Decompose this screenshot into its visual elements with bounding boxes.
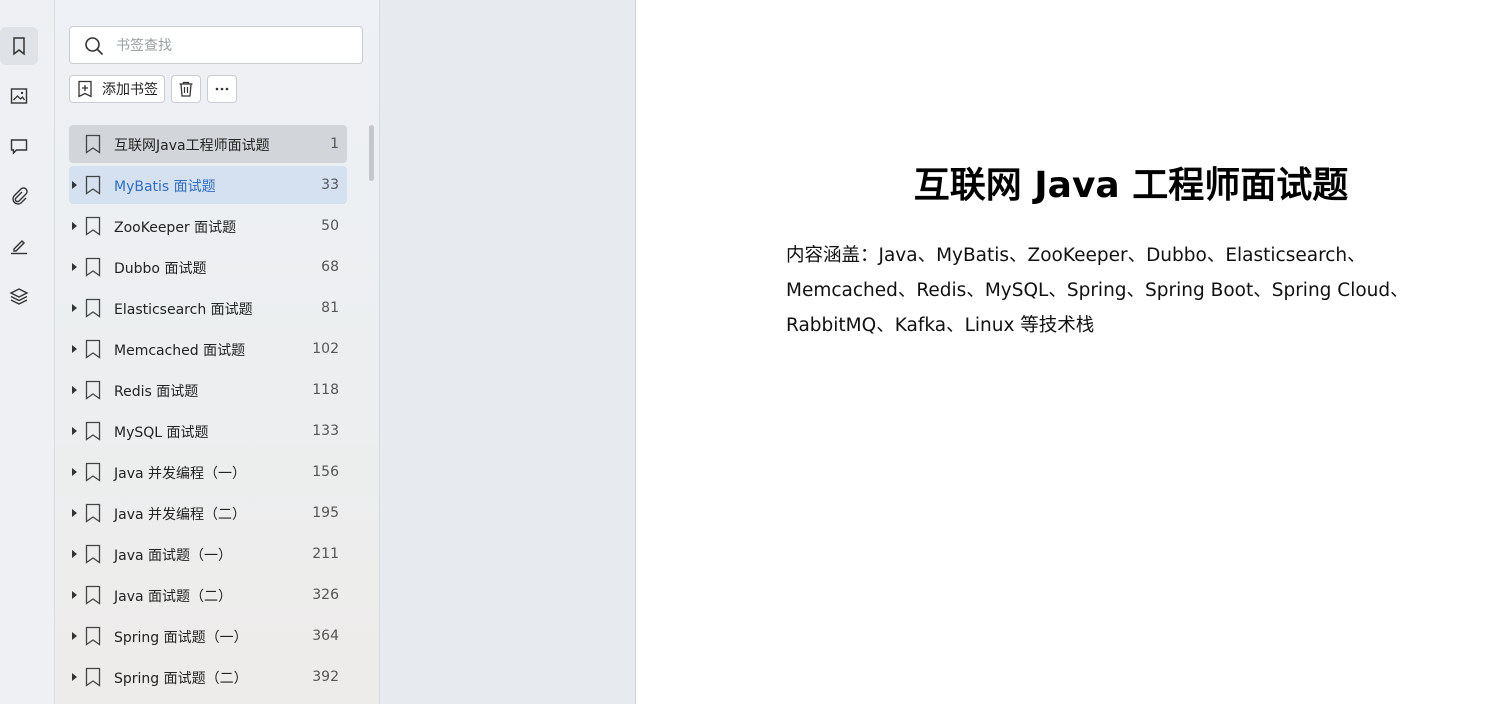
- expand-arrow-icon[interactable]: [72, 550, 77, 558]
- bookmark-icon: [85, 134, 101, 154]
- bookmark-label: ZooKeeper 面试题: [114, 220, 237, 236]
- bookmark-label: Java 面试题（二）: [114, 589, 233, 605]
- bookmark-icon: [85, 216, 101, 236]
- bookmark-page-number: 133: [312, 423, 339, 439]
- bookmark-item[interactable]: MySQL 面试题 133: [69, 412, 347, 450]
- signature-icon: [11, 240, 27, 255]
- bookmark-label: Elasticsearch 面试题: [114, 302, 253, 318]
- bookmark-page-number: 68: [321, 259, 339, 275]
- bookmark-item[interactable]: Java 面试题（一） 211: [69, 535, 347, 573]
- bookmark-icon: [85, 667, 101, 687]
- expand-arrow-icon[interactable]: [72, 468, 77, 476]
- more-options-button[interactable]: [207, 75, 237, 103]
- attachment-icon: [12, 187, 28, 205]
- document-body: 内容涵盖：Java、MyBatis、ZooKeeper、Dubbo、Elasti…: [786, 245, 1409, 336]
- search-icon: [85, 37, 104, 56]
- bookmark-search-box: [69, 26, 363, 64]
- bookmark-page-number: 81: [321, 300, 339, 316]
- bookmark-item[interactable]: Java 并发编程（一） 156: [69, 453, 347, 491]
- bookmark-icon: [85, 462, 101, 482]
- expand-arrow-icon[interactable]: [72, 263, 77, 271]
- comment-icon: [10, 139, 28, 155]
- bookmark-icon: [85, 544, 101, 564]
- delete-bookmark-button[interactable]: [171, 75, 201, 103]
- bookmark-icon: [85, 339, 101, 359]
- bookmark-item[interactable]: MyBatis 面试题 33: [69, 166, 347, 204]
- bookmark-label: Memcached 面试题: [114, 343, 246, 359]
- bookmark-label: Spring 面试题（二）: [114, 671, 248, 687]
- bookmark-page-number: 195: [312, 505, 339, 521]
- comment-tab[interactable]: [0, 127, 38, 165]
- add-bookmark-icon: [78, 80, 92, 98]
- bookmark-icon: [85, 298, 101, 318]
- document-page: 互联网 Java 工程师面试题 内容涵盖：Java、MyBatis、ZooKee…: [636, 0, 1502, 704]
- expand-arrow-icon[interactable]: [72, 427, 77, 435]
- bookmark-panel: 添加书签 互联网Java工程师面试题 1 MyBatis 面试题 33 ZooKeepe…: [55, 0, 380, 704]
- document-title: 互联网 Java 工程师面试题: [913, 165, 1349, 206]
- bookmark-label: Spring 面试题（一）: [114, 630, 248, 646]
- expand-arrow-icon[interactable]: [72, 509, 77, 517]
- expand-arrow-icon[interactable]: [72, 345, 77, 353]
- bookmark-page-number: 33: [321, 177, 339, 193]
- bookmark-item[interactable]: Java 面试题（二） 326: [69, 576, 347, 614]
- bookmark-label: Dubbo 面试题: [114, 261, 207, 277]
- bookmark-label: Redis 面试题: [114, 384, 199, 400]
- bookmark-search-input[interactable]: [114, 35, 348, 57]
- bookmark-item[interactable]: Memcached 面试题 102: [69, 330, 347, 368]
- bookmark-label: MyBatis 面试题: [114, 179, 216, 195]
- bookmark-label: Java 并发编程（二）: [114, 507, 247, 523]
- sidebar-rail: [0, 0, 55, 704]
- bookmark-item[interactable]: Spring 面试题（一） 364: [69, 617, 347, 655]
- bookmark-page-number: 211: [312, 546, 339, 562]
- bookmark-page-number: 118: [312, 382, 339, 398]
- bookmark-item[interactable]: Elasticsearch 面试题 81: [69, 289, 347, 327]
- thumbnail-icon: [10, 88, 28, 104]
- attachment-tab[interactable]: [0, 177, 38, 215]
- layers-tab[interactable]: [0, 277, 38, 315]
- bookmark-label: Java 面试题（一）: [114, 548, 233, 564]
- trash-icon: [179, 81, 193, 97]
- panel-gutter: [380, 0, 636, 704]
- signature-tab[interactable]: [0, 227, 38, 265]
- bookmark-icon: [85, 626, 101, 646]
- bookmark-page-number: 392: [312, 669, 339, 685]
- bookmark-label: MySQL 面试题: [114, 425, 209, 441]
- expand-arrow-icon[interactable]: [72, 181, 77, 189]
- bookmark-icon: [13, 37, 25, 56]
- bookmark-scrollbar[interactable]: [369, 125, 374, 181]
- more-icon: [215, 87, 229, 91]
- bookmark-icon: [85, 257, 101, 277]
- thumbnail-tab[interactable]: [0, 77, 38, 115]
- expand-arrow-icon[interactable]: [72, 386, 77, 394]
- bookmark-tab[interactable]: [0, 27, 38, 65]
- bookmark-icon: [85, 585, 101, 605]
- bookmark-page-number: 102: [312, 341, 339, 357]
- bookmark-page-number: 326: [312, 587, 339, 603]
- bookmark-icon: [85, 421, 101, 441]
- bookmark-item[interactable]: Spring 面试题（二） 392: [69, 658, 347, 696]
- bookmark-item[interactable]: ZooKeeper 面试题 50: [69, 207, 347, 245]
- bookmark-icon: [85, 380, 101, 400]
- bookmark-page-number: 364: [312, 628, 339, 644]
- add-bookmark-button[interactable]: 添加书签: [69, 75, 165, 103]
- expand-arrow-icon[interactable]: [72, 222, 77, 230]
- expand-arrow-icon[interactable]: [72, 304, 77, 312]
- bookmark-page-number: 1: [330, 136, 339, 152]
- bookmark-icon: [85, 503, 101, 523]
- expand-arrow-icon[interactable]: [72, 673, 77, 681]
- bookmark-item[interactable]: Java 并发编程（二） 195: [69, 494, 347, 532]
- add-bookmark-label: 添加书签: [102, 82, 158, 98]
- expand-arrow-icon[interactable]: [72, 591, 77, 599]
- layers-icon: [9, 288, 29, 305]
- bookmark-icon: [85, 175, 101, 195]
- bookmark-page-number: 50: [321, 218, 339, 234]
- bookmark-item[interactable]: 互联网Java工程师面试题 1: [69, 125, 347, 163]
- bookmark-label: Java 并发编程（一）: [114, 466, 247, 482]
- bookmark-item[interactable]: Dubbo 面试题 68: [69, 248, 347, 286]
- bookmark-item[interactable]: Redis 面试题 118: [69, 371, 347, 409]
- bookmark-label: 互联网Java工程师面试题: [114, 138, 270, 154]
- expand-arrow-icon[interactable]: [72, 632, 77, 640]
- bookmark-page-number: 156: [312, 464, 339, 480]
